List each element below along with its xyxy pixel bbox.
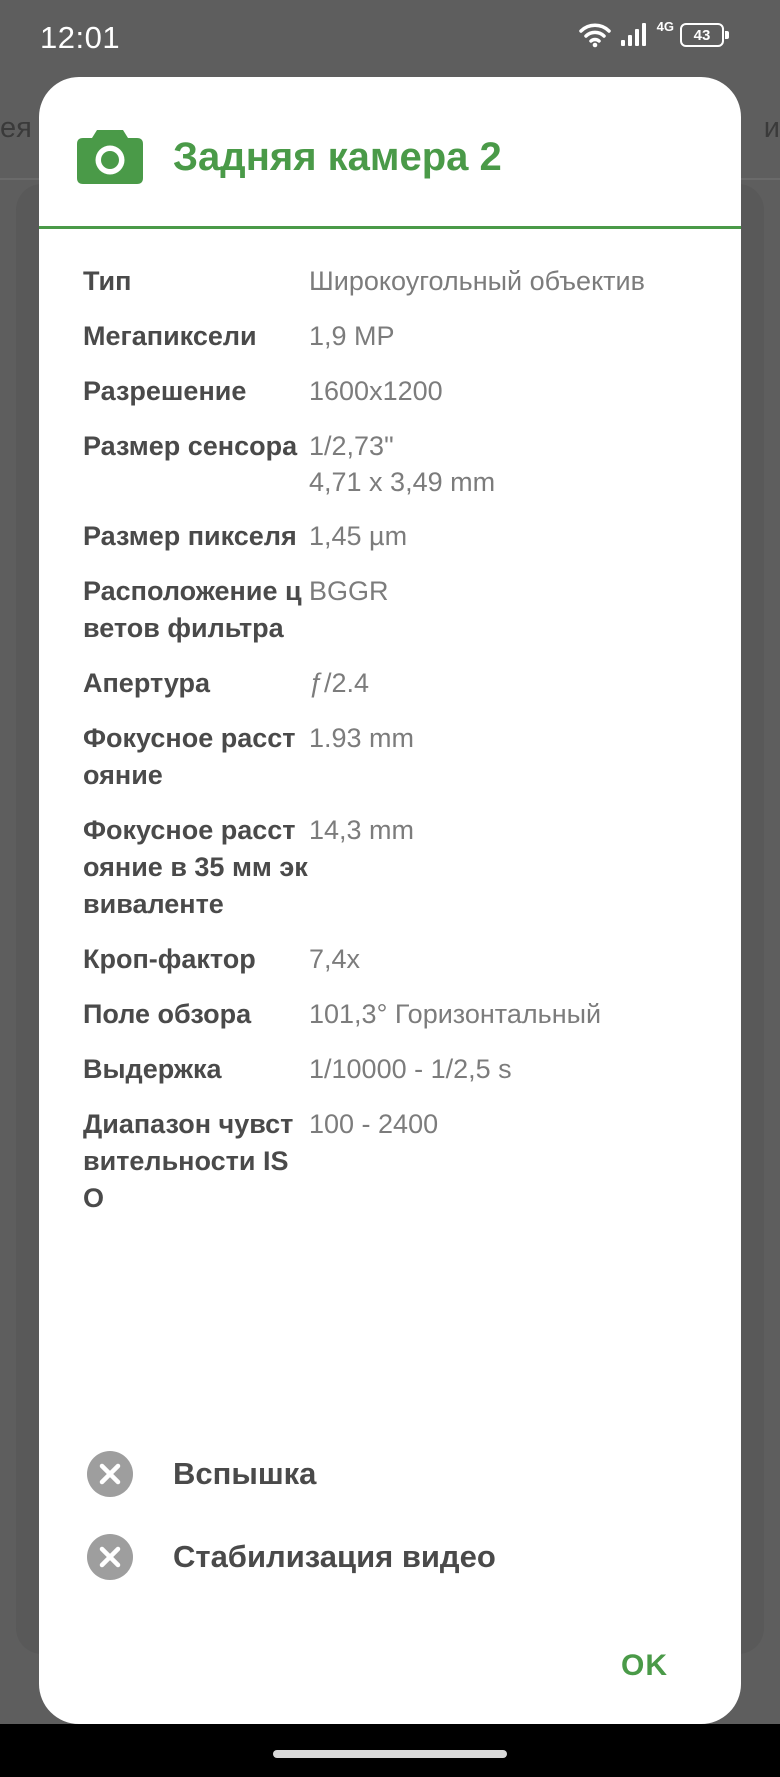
property-label: Тип [83,266,132,296]
property-label: Диапазон чувствительности ISO [83,1109,294,1213]
property-value: 7,4x [309,944,361,974]
status-time: 12:01 [40,20,121,55]
property-value: 1/2,73" 4,71 x 3,49 mm [309,431,496,497]
property-label: Фокусное расстояние [83,723,296,790]
navigation-bar [0,1724,780,1777]
property-row: Тип Широкоугольный объектив [39,263,741,318]
property-row: Размер пикселя 1,45 µm [39,518,741,573]
property-label: Фокусное расстояние в 35 мм эквиваленте [83,815,308,919]
property-value: 1.93 mm [309,723,415,753]
property-value: BGGR [309,576,389,606]
property-row: Разрешение 1600x1200 [39,373,741,428]
properties-list: Тип Широкоугольный объектив Мегапиксели … [39,263,741,1235]
property-label: Кроп-фактор [83,944,256,974]
property-label: Апертура [83,668,211,698]
x-circle-icon [87,1451,133,1497]
dialog-title: Задняя камера 2 [173,135,502,179]
x-circle-icon [87,1534,133,1580]
property-label: Расположение цветов фильтра [83,576,302,643]
battery-level: 43 [693,26,711,44]
feature-label: Вспышка [173,1456,317,1491]
property-value: Широкоугольный объектив [309,266,645,296]
property-label: Разрешение [83,376,247,406]
property-label: Размер пикселя [83,521,297,551]
background-tab-left: ея [0,112,32,144]
ok-button[interactable]: OK [621,1649,668,1683]
property-row: Мегапиксели 1,9 MP [39,318,741,373]
property-value: 1,9 MP [309,321,395,351]
property-row: Расположение цветов фильтра BGGR [39,573,741,665]
camera-icon [77,130,143,184]
property-label: Выдержка [83,1054,222,1084]
property-value: 1/10000 - 1/2,5 s [309,1054,512,1084]
background-tab-right: и [763,112,780,144]
property-row: Апертура ƒ/2.4 [39,665,741,720]
property-row: Фокусное расстояние в 35 мм эквиваленте … [39,812,741,941]
camera-details-dialog: Задняя камера 2 Тип Широкоугольный объек… [39,77,741,1724]
property-label: Размер сенсора [83,431,298,461]
status-bar: 12:01 4G 43 [0,0,780,78]
signal-icon [620,23,646,46]
property-label: Поле обзора [83,999,252,1029]
property-row: Диапазон чувствительности ISO 100 - 2400 [39,1106,741,1235]
status-icons: 4G 43 [578,18,729,48]
feature-flash: Вспышка [87,1451,316,1497]
dialog-header: Задняя камера 2 [39,77,741,229]
property-row: Размер сенсора 1/2,73" 4,71 x 3,49 mm [39,428,741,518]
property-value: 1,45 µm [309,521,408,551]
property-value: 101,3° Горизонтальный [309,999,602,1029]
property-row: Выдержка 1/10000 - 1/2,5 s [39,1051,741,1106]
network-type-label: 4G [656,18,674,34]
feature-label: Стабилизация видео [173,1539,496,1574]
property-value: 14,3 mm [309,815,415,845]
property-value: 1600x1200 [309,376,443,406]
property-value: 100 - 2400 [309,1109,439,1139]
battery-icon: 43 [680,23,729,47]
wifi-icon [578,23,611,48]
home-gesture-handle[interactable] [273,1750,507,1758]
feature-video-stabilization: Стабилизация видео [87,1534,496,1580]
property-row: Кроп-фактор 7,4x [39,941,741,996]
property-value: ƒ/2.4 [309,668,370,698]
property-label: Мегапиксели [83,321,257,351]
property-row: Поле обзора 101,3° Горизонтальный [39,996,741,1051]
property-row: Фокусное расстояние 1.93 mm [39,720,741,812]
